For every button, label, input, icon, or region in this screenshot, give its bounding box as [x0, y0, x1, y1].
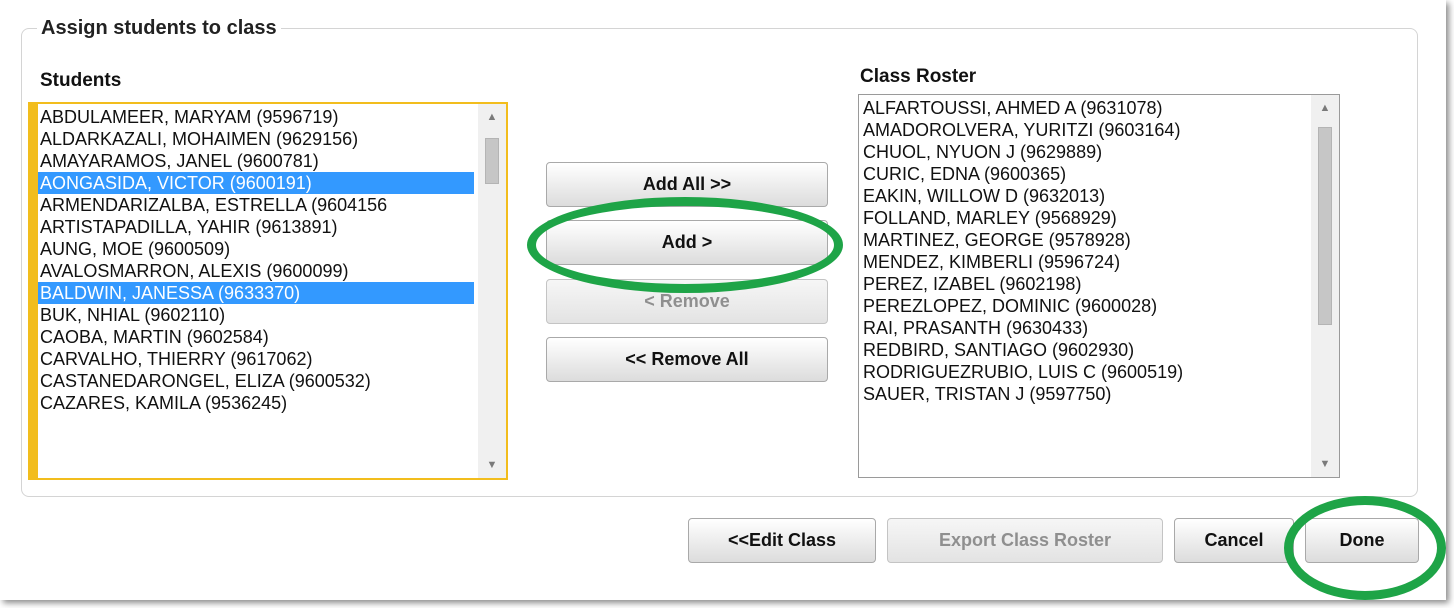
student-list-item[interactable]: ABDULAMEER, MARYAM (9596719)	[38, 106, 474, 128]
class-roster-label: Class Roster	[860, 66, 977, 87]
student-list-item[interactable]: ALDARKAZALI, MOHAIMEN (9629156)	[38, 128, 474, 150]
student-list-item[interactable]: AVALOSMARRON, ALEXIS (9600099)	[38, 260, 474, 282]
student-list-item[interactable]: CASTANEDARONGEL, ELIZA (9600532)	[38, 370, 474, 392]
roster-list-item[interactable]: CHUOL, NYUON J (9629889)	[861, 141, 1299, 163]
students-label: Students	[40, 70, 122, 91]
students-list: ABDULAMEER, MARYAM (9596719) ALDARKAZALI,…	[38, 106, 474, 414]
student-list-item[interactable]: CARVALHO, THIERRY (9617062)	[38, 348, 474, 370]
student-list-item[interactable]: CAZARES, KAMILA (9536245)	[38, 392, 474, 414]
student-list-item[interactable]: AUNG, MOE (9600509)	[38, 238, 474, 260]
student-list-item[interactable]: CAOBA, MARTIN (9602584)	[38, 326, 474, 348]
roster-list-item[interactable]: REDBIRD, SANTIAGO (9602930)	[861, 339, 1299, 361]
export-class-roster-button[interactable]: Export Class Roster	[887, 518, 1163, 563]
class-roster-listbox[interactable]: ALFARTOUSSI, AHMED A (9631078) AMADOROLVE…	[858, 94, 1340, 478]
scroll-up-icon[interactable]: ▲	[1311, 97, 1339, 119]
scroll-down-icon[interactable]: ▼	[478, 454, 506, 476]
add-button-highlight-ring	[527, 197, 843, 293]
assign-students-dialog: Assign students to class Students Class …	[0, 0, 1446, 600]
roster-list-item[interactable]: AMADOROLVERA, YURITZI (9603164)	[861, 119, 1299, 141]
class-roster-list: ALFARTOUSSI, AHMED A (9631078) AMADOROLVE…	[861, 97, 1299, 405]
student-list-item[interactable]: AMAYARAMOS, JANEL (9600781)	[38, 150, 474, 172]
remove-all-button[interactable]: << Remove All	[546, 337, 828, 382]
roster-list-item[interactable]: ALFARTOUSSI, AHMED A (9631078)	[861, 97, 1299, 119]
scroll-down-icon[interactable]: ▼	[1311, 453, 1339, 475]
students-listbox[interactable]: ABDULAMEER, MARYAM (9596719) ALDARKAZALI,…	[28, 102, 508, 480]
roster-scrollbar[interactable]: ▲ ▼	[1311, 95, 1339, 477]
roster-list-item[interactable]: EAKIN, WILLOW D (9632013)	[861, 185, 1299, 207]
cancel-button[interactable]: Cancel	[1174, 518, 1294, 563]
roster-list-item[interactable]: RAI, PRASANTH (9630433)	[861, 317, 1299, 339]
student-list-item[interactable]: BUK, NHIAL (9602110)	[38, 304, 474, 326]
student-list-item[interactable]: ARTISTAPADILLA, YAHIR (9613891)	[38, 216, 474, 238]
student-list-item[interactable]: AONGASIDA, VICTOR (9600191)	[38, 172, 474, 194]
roster-list-item[interactable]: PEREZ, IZABEL (9602198)	[861, 273, 1299, 295]
student-list-item[interactable]: ARMENDARIZALBA, ESTRELLA (9604156	[38, 194, 474, 216]
edit-class-button[interactable]: <<Edit Class	[688, 518, 876, 563]
roster-scroll-thumb[interactable]	[1318, 127, 1332, 325]
roster-list-item[interactable]: CURIC, EDNA (9600365)	[861, 163, 1299, 185]
done-button-highlight-ring	[1284, 496, 1446, 600]
students-scrollbar[interactable]: ▲ ▼	[478, 104, 506, 478]
roster-list-item[interactable]: MARTINEZ, GEORGE (9578928)	[861, 229, 1299, 251]
roster-list-item[interactable]: RODRIGUEZRUBIO, LUIS C (9600519)	[861, 361, 1299, 383]
roster-list-item[interactable]: FOLLAND, MARLEY (9568929)	[861, 207, 1299, 229]
student-list-item[interactable]: BALDWIN, JANESSA (9633370)	[38, 282, 474, 304]
students-scroll-thumb[interactable]	[485, 138, 499, 184]
roster-list-item[interactable]: SAUER, TRISTAN J (9597750)	[861, 383, 1299, 405]
roster-list-item[interactable]: MENDEZ, KIMBERLI (9596724)	[861, 251, 1299, 273]
scroll-up-icon[interactable]: ▲	[478, 106, 506, 128]
dialog-title: Assign students to class	[41, 17, 277, 39]
roster-list-item[interactable]: PEREZLOPEZ, DOMINIC (9600028)	[861, 295, 1299, 317]
focus-accent-bar	[30, 104, 38, 478]
